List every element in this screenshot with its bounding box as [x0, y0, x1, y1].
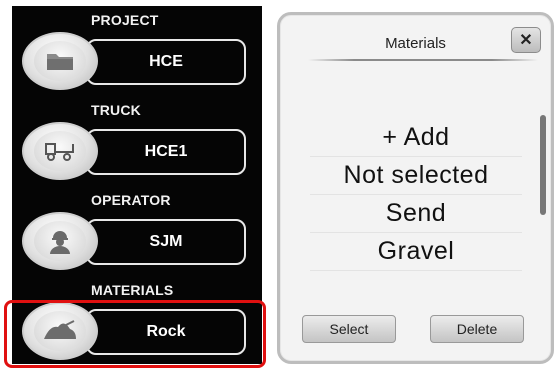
close-button[interactable]: ✕: [511, 27, 541, 53]
list-item-gravel[interactable]: Gravel: [310, 233, 522, 271]
project-icon-button[interactable]: [22, 32, 98, 90]
folder-icon: [47, 54, 73, 70]
operator-section: OPERATOR SJM: [12, 192, 262, 284]
materials-label: MATERIALS: [91, 282, 174, 298]
materials-section: MATERIALS Rock: [12, 282, 262, 374]
materials-icon-button[interactable]: [22, 302, 98, 360]
materials-list: + Add Not selected Send Gravel: [310, 119, 522, 271]
project-value-button[interactable]: HCE: [86, 39, 246, 85]
operator-icon: [50, 231, 70, 254]
left-panel: PROJECT HCE TRUCK HCE1 OPERATOR SJM MATE…: [4, 6, 266, 368]
delete-button[interactable]: Delete: [430, 315, 524, 343]
select-button[interactable]: Select: [302, 315, 396, 343]
list-item-send[interactable]: Send: [310, 195, 522, 233]
materials-value-button[interactable]: Rock: [86, 309, 246, 355]
truck-icon-button[interactable]: [22, 122, 98, 180]
truck-section: TRUCK HCE1: [12, 102, 262, 194]
title-divider: [308, 59, 538, 61]
project-section: PROJECT HCE: [12, 12, 262, 104]
truck-value-button[interactable]: HCE1: [86, 129, 246, 175]
operator-label: OPERATOR: [91, 192, 171, 208]
project-label: PROJECT: [91, 12, 159, 28]
materials-dialog: Materials ✕ + Add Not selected Send Grav…: [277, 12, 554, 364]
operator-value-button[interactable]: SJM: [86, 219, 246, 265]
rock-pile-icon: [44, 320, 76, 339]
list-scrollbar[interactable]: [540, 115, 546, 215]
close-icon: ✕: [519, 32, 533, 49]
list-item-not-selected[interactable]: Not selected: [310, 157, 522, 195]
operator-icon-button[interactable]: [22, 212, 98, 270]
list-item-add[interactable]: + Add: [310, 119, 522, 157]
truck-icon: [45, 143, 74, 161]
truck-label: TRUCK: [91, 102, 141, 118]
